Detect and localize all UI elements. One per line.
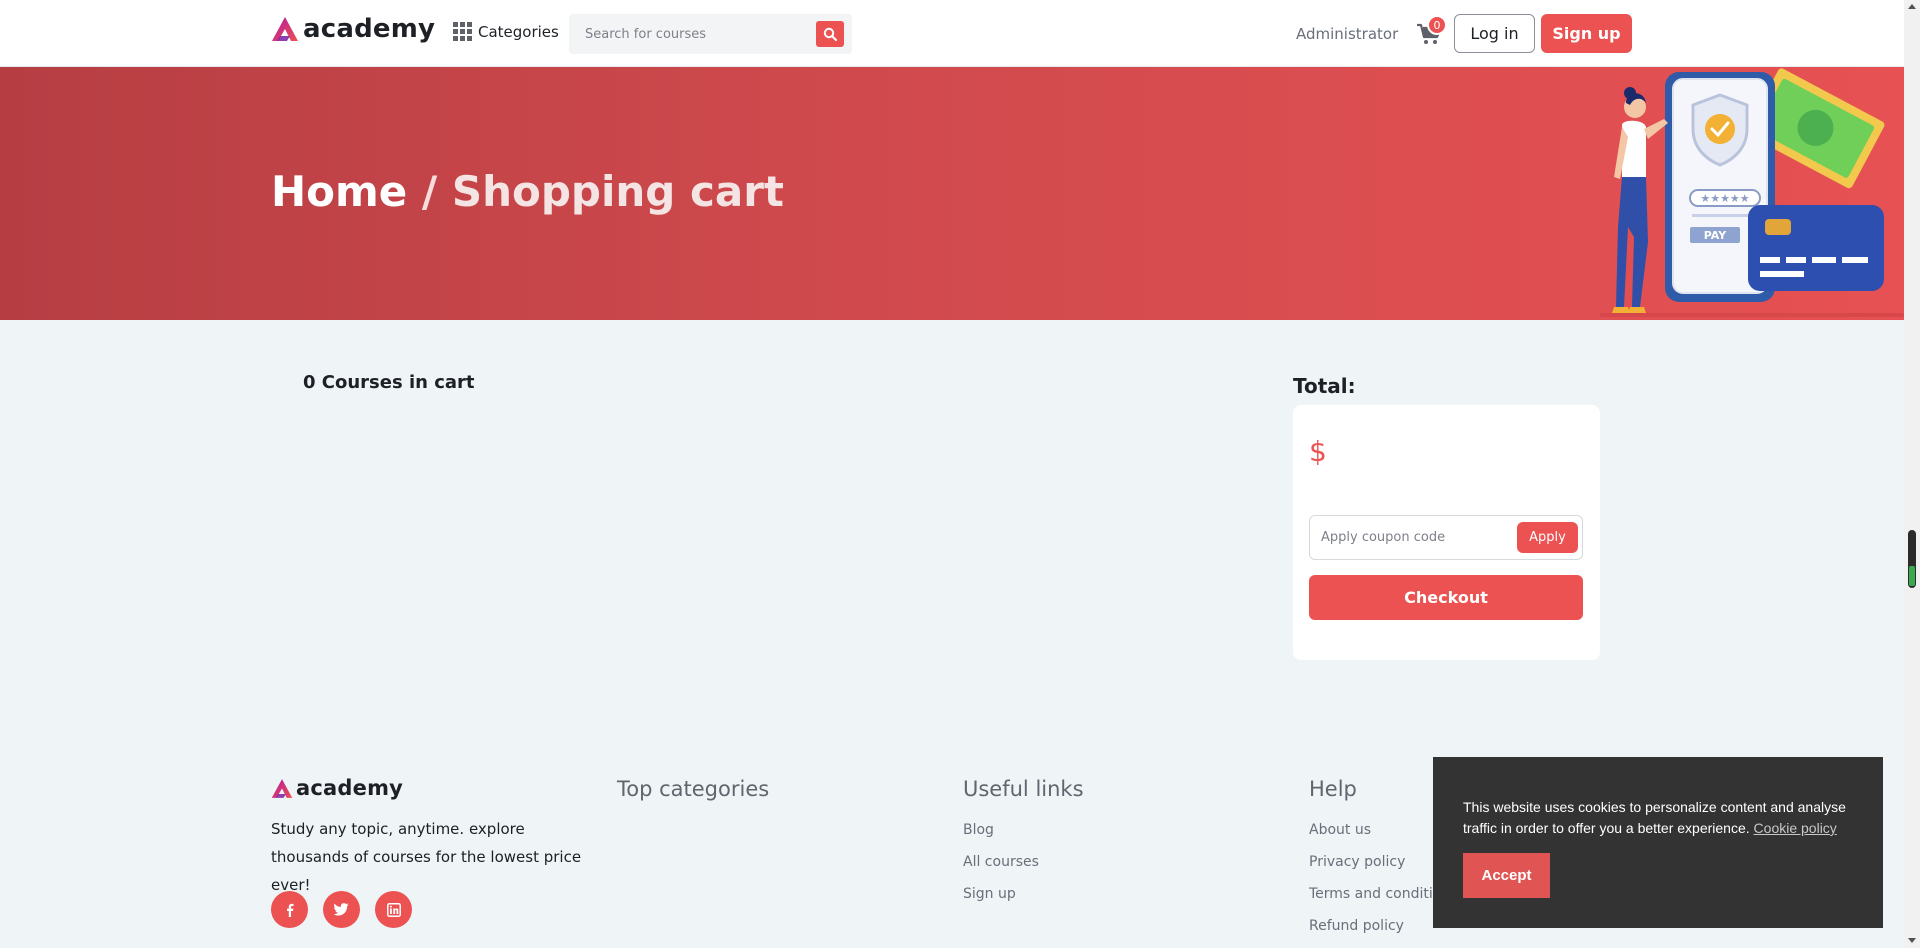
total-price: $ xyxy=(1309,435,1327,468)
categories-label: Categories xyxy=(478,22,559,41)
cookie-consent-banner: This website uses cookies to personalize… xyxy=(1433,757,1883,928)
footer-link-refund-policy[interactable]: Refund policy xyxy=(1309,916,1450,948)
site-header: academy Categories Administrator 0 Log i… xyxy=(0,0,1904,67)
footer-link-sign-up[interactable]: Sign up xyxy=(963,884,1039,916)
cookie-accept-button[interactable]: Accept xyxy=(1463,853,1550,898)
brand-logo[interactable]: academy xyxy=(271,14,435,44)
svg-text:★★★★★: ★★★★★ xyxy=(1700,192,1749,205)
cookie-message: This website uses cookies to personalize… xyxy=(1463,797,1863,839)
search-bar xyxy=(569,14,852,54)
apply-coupon-button[interactable]: Apply xyxy=(1517,522,1578,553)
coupon-box: Apply xyxy=(1309,515,1583,560)
footer-link-privacy-policy[interactable]: Privacy policy xyxy=(1309,852,1450,884)
page-scrollbar[interactable] xyxy=(1904,0,1920,948)
linkedin-link[interactable] xyxy=(375,891,412,928)
scroll-up-arrow-icon[interactable] xyxy=(1908,4,1916,9)
administrator-link[interactable]: Administrator xyxy=(1296,25,1398,43)
breadcrumb-separator: / xyxy=(421,167,438,216)
checkout-button[interactable]: Checkout xyxy=(1309,575,1583,620)
twitter-link[interactable] xyxy=(323,891,360,928)
academy-logo-icon xyxy=(271,778,293,798)
footer-brand-name: academy xyxy=(296,776,404,800)
footer-description: Study any topic, anytime. explore thousa… xyxy=(271,820,582,894)
login-button[interactable]: Log in xyxy=(1454,14,1535,53)
footer-link-blog[interactable]: Blog xyxy=(963,820,1039,852)
breadcrumb-home[interactable]: Home xyxy=(271,167,407,216)
footer-link-all-courses[interactable]: All courses xyxy=(963,852,1039,884)
facebook-icon xyxy=(286,903,293,917)
footer-top-categories-title: Top categories xyxy=(617,777,770,801)
search-icon xyxy=(823,27,837,41)
categories-menu[interactable]: Categories xyxy=(453,22,559,41)
footer-brand-logo[interactable]: academy xyxy=(271,776,403,800)
cart-summary-card: $ Apply Checkout xyxy=(1293,405,1600,660)
footer-help-title: Help xyxy=(1309,777,1357,801)
academy-logo-icon xyxy=(272,17,298,41)
svg-text:PAY: PAY xyxy=(1704,229,1728,242)
search-input[interactable] xyxy=(569,14,809,54)
cart-course-count: 0 Courses in cart xyxy=(303,372,475,393)
brand-name: academy xyxy=(303,14,436,44)
footer-link-terms[interactable]: Terms and condition xyxy=(1309,884,1450,916)
grid-icon xyxy=(453,22,472,41)
breadcrumb: Home / Shopping cart xyxy=(271,167,784,216)
footer-useful-links: Blog All courses Sign up xyxy=(963,820,1039,916)
scrollbar-marker xyxy=(1909,566,1915,586)
footer-useful-links-title: Useful links xyxy=(963,777,1084,801)
search-button[interactable] xyxy=(816,21,844,47)
linkedin-icon xyxy=(386,902,401,917)
page-hero-banner: Home / Shopping cart ★★★★★ PAY xyxy=(0,67,1904,320)
payment-illustration: ★★★★★ PAY xyxy=(1600,68,1904,317)
footer-link-about-us[interactable]: About us xyxy=(1309,820,1450,852)
social-links xyxy=(271,891,412,928)
cookie-policy-link[interactable]: Cookie policy xyxy=(1754,820,1837,836)
cart-count-badge: 0 xyxy=(1427,15,1447,35)
twitter-icon xyxy=(334,903,349,916)
signup-button[interactable]: Sign up xyxy=(1541,14,1632,53)
coupon-input[interactable] xyxy=(1310,516,1510,559)
scroll-down-arrow-icon[interactable] xyxy=(1908,938,1916,943)
footer-help-links: About us Privacy policy Terms and condit… xyxy=(1309,820,1450,948)
facebook-link[interactable] xyxy=(271,891,308,928)
total-label: Total: xyxy=(1293,374,1356,398)
breadcrumb-current: Shopping cart xyxy=(451,167,785,216)
